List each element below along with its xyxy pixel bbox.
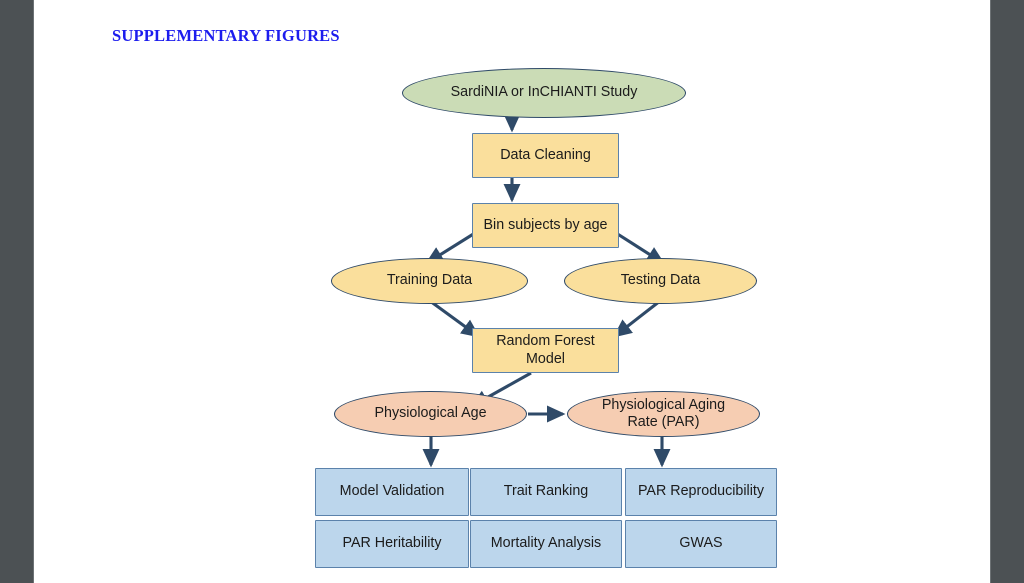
node-label: Bin subjects by age [483,216,608,233]
node-gwas[interactable]: GWAS [625,520,777,568]
node-label: Model Validation [339,483,445,500]
node-label: PAR Reproducibility [637,483,765,500]
node-label: Testing Data [620,272,701,289]
edge-testing-to-rf [613,299,661,338]
node-par-reproducibility[interactable]: PAR Reproducibility [625,468,777,516]
node-label: Trait Ranking [503,483,589,500]
flowchart-diagram: SardiNIA or InCHIANTI Study Data Cleanin… [34,0,990,583]
node-bin-subjects-by-age[interactable]: Bin subjects by age [472,203,619,248]
node-sardinia-inchianti-study[interactable]: SardiNIA or InCHIANTI Study [402,68,686,118]
node-mortality-analysis[interactable]: Mortality Analysis [470,520,622,568]
node-label: Mortality Analysis [490,535,602,552]
node-label-line1: Physiological Aging [601,396,726,413]
edge-training-to-rf [429,299,481,338]
node-label-line2: Rate (PAR) [627,414,700,430]
node-label-line2: Model [526,350,565,367]
node-label: SardiNIA or InCHIANTI Study [450,84,638,101]
document-viewer: SUPPLEMENTARY FIGURES SardiNIA or InCHIA… [0,0,1024,583]
node-data-cleaning[interactable]: Data Cleaning [472,133,619,178]
node-par-heritability[interactable]: PAR Heritability [315,520,469,568]
node-model-validation[interactable]: Model Validation [315,468,469,516]
node-physiological-age[interactable]: Physiological Age [334,391,527,437]
node-random-forest-model[interactable]: Random Forest Model [472,328,619,373]
node-label: Data Cleaning [500,146,591,163]
node-trait-ranking[interactable]: Trait Ranking [470,468,622,516]
node-label-line1: Random Forest [496,333,595,350]
node-label: Physiological Age [374,405,487,422]
node-training-data[interactable]: Training Data [331,258,528,304]
node-label-multiline: Physiological Aging Rate (PAR) [602,397,725,432]
node-label-multiline: Random Forest Model [496,333,595,368]
node-label: PAR Heritability [342,535,442,552]
document-page: SUPPLEMENTARY FIGURES SardiNIA or InCHIA… [34,0,990,583]
node-label: GWAS [679,535,723,552]
node-testing-data[interactable]: Testing Data [564,258,757,304]
node-physiological-aging-rate[interactable]: Physiological Aging Rate (PAR) [567,391,760,437]
node-label: Training Data [386,272,473,289]
